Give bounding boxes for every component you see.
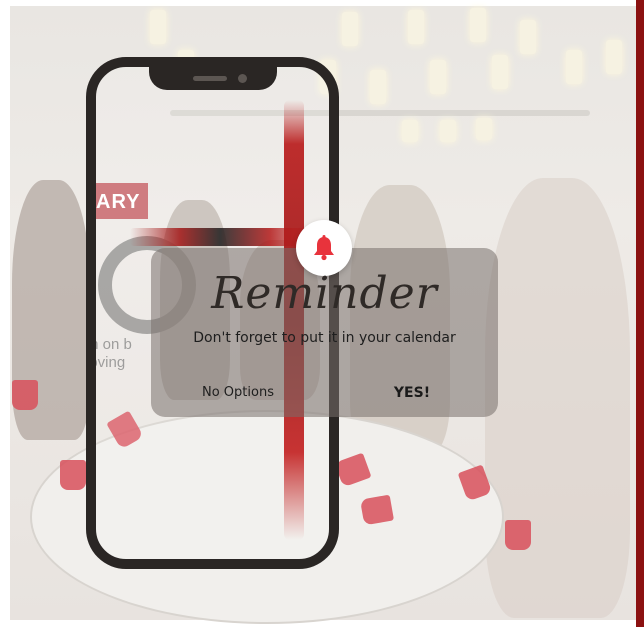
pendant-lamp — [430, 60, 446, 94]
pendant-lamp — [150, 10, 166, 44]
red-cup — [505, 520, 531, 550]
pendant-lamp — [476, 118, 492, 140]
pendant-lamp — [408, 10, 424, 44]
bell-icon — [314, 235, 334, 261]
yes-button[interactable]: YES! — [382, 381, 442, 405]
red-cup — [12, 380, 38, 410]
pendant-lamp — [440, 120, 456, 142]
pendant-lamp — [492, 55, 508, 89]
pendant-lamp — [470, 8, 486, 42]
right-edge-bar — [636, 0, 644, 627]
pendant-lamp — [342, 12, 358, 46]
dialog-message: Don't forget to put it in your calendar — [193, 330, 456, 346]
red-cup — [359, 494, 395, 526]
phone-notch — [149, 57, 277, 90]
pendant-lamp — [370, 70, 386, 104]
phone-camera — [238, 74, 247, 83]
pendant-lamp — [520, 20, 536, 54]
no-options-button[interactable]: No Options — [188, 381, 288, 405]
phone-speaker — [193, 76, 227, 81]
dialog-title: Reminder — [211, 268, 438, 319]
pendant-lamp — [566, 50, 582, 84]
person-right — [485, 178, 630, 618]
pendant-lamp — [402, 120, 418, 142]
pendant-lamp — [606, 40, 622, 74]
red-cup — [60, 460, 86, 490]
